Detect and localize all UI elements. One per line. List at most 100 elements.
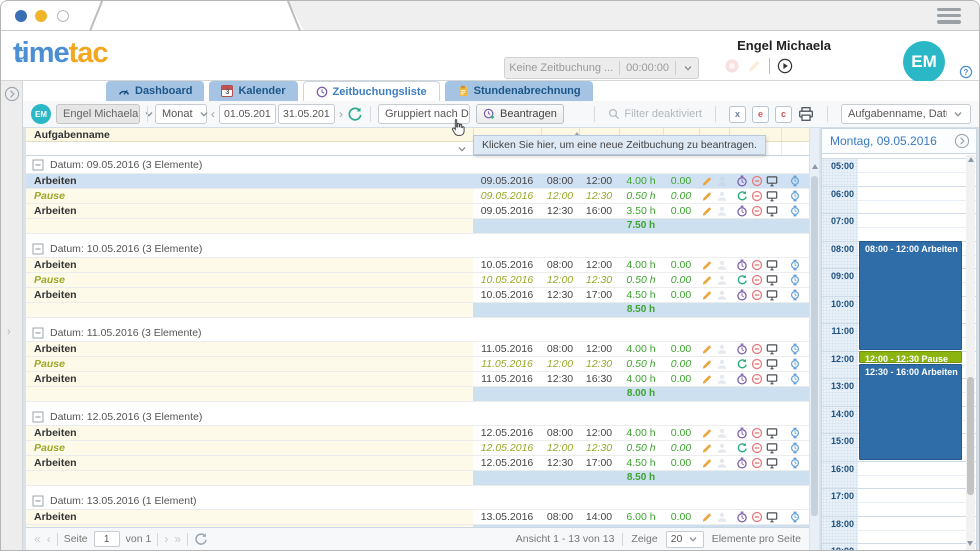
- edit-pencil-icon[interactable]: [701, 442, 713, 454]
- time-details-icon[interactable]: [789, 457, 801, 469]
- start-timer-icon[interactable]: [736, 373, 748, 385]
- edit-pencil-icon[interactable]: [701, 358, 713, 370]
- time-details-icon[interactable]: [789, 442, 801, 454]
- edit-pencil-icon[interactable]: [701, 190, 713, 202]
- delete-entry-icon[interactable]: [751, 190, 763, 202]
- time-details-icon[interactable]: [789, 190, 801, 202]
- time-details-icon[interactable]: [789, 274, 801, 286]
- hour-row[interactable]: 16:00: [822, 461, 976, 489]
- edit-pencil-icon[interactable]: [701, 289, 713, 301]
- last-page-button[interactable]: »: [174, 533, 181, 545]
- start-timer-icon[interactable]: [736, 427, 748, 439]
- next-period-button[interactable]: ›: [335, 107, 347, 121]
- workstation-icon[interactable]: [766, 343, 778, 355]
- table-row[interactable]: Pause10.05.201612:0012:300.50 h0.00: [26, 273, 809, 288]
- table-scrollbar-thumb[interactable]: [811, 176, 818, 516]
- table-row[interactable]: Arbeiten12.05.201608:0012:004.00 h0.00: [26, 426, 809, 441]
- edit-pencil-icon[interactable]: [701, 274, 713, 286]
- timer-chevron-down-icon[interactable]: [682, 62, 694, 74]
- collapse-group-icon[interactable]: [32, 411, 44, 423]
- workstation-icon[interactable]: [766, 358, 778, 370]
- previous-page-button[interactable]: ‹: [47, 533, 51, 545]
- start-timer-icon[interactable]: [736, 205, 748, 217]
- help-icon[interactable]: ?: [959, 65, 973, 79]
- time-details-icon[interactable]: [789, 427, 801, 439]
- start-timer-button[interactable]: [777, 58, 793, 74]
- calendar-scroll-up-icon[interactable]: [968, 157, 974, 162]
- delete-entry-icon[interactable]: [751, 205, 763, 217]
- delete-entry-icon[interactable]: [751, 259, 763, 271]
- delete-entry-icon[interactable]: [751, 274, 763, 286]
- window-minimize-button[interactable]: [35, 10, 47, 22]
- start-timer-icon[interactable]: [736, 343, 748, 355]
- start-timer-icon[interactable]: [736, 259, 748, 271]
- page-size-select[interactable]: 20: [666, 531, 704, 548]
- table-scrollbar[interactable]: [810, 128, 819, 550]
- hour-row[interactable]: 06:00: [822, 186, 976, 214]
- hour-row[interactable]: 07:00: [822, 213, 976, 241]
- edit-pencil-icon[interactable]: [701, 373, 713, 385]
- group-header[interactable]: Datum: 09.05.2016 (3 Elemente): [26, 156, 809, 174]
- hour-row[interactable]: 17:00: [822, 488, 976, 516]
- table-row[interactable]: Arbeiten11.05.201612:3016:304.00 h0.00: [26, 372, 809, 387]
- delete-entry-icon[interactable]: [751, 457, 763, 469]
- edit-pencil-icon[interactable]: [701, 259, 713, 271]
- table-row[interactable]: Pause12.05.201612:0012:300.50 h0.00: [26, 441, 809, 456]
- export-pdf-button[interactable]: e: [752, 106, 769, 123]
- time-details-icon[interactable]: [789, 358, 801, 370]
- workstation-icon[interactable]: [766, 511, 778, 523]
- time-details-icon[interactable]: [789, 373, 801, 385]
- delete-entry-icon[interactable]: [751, 175, 763, 187]
- delete-entry-icon[interactable]: [751, 289, 763, 301]
- edit-pencil-icon[interactable]: [701, 175, 713, 187]
- time-details-icon[interactable]: [789, 205, 801, 217]
- delete-entry-icon[interactable]: [751, 442, 763, 454]
- refresh-list-icon[interactable]: [347, 106, 363, 122]
- edit-pencil-icon[interactable]: [701, 205, 713, 217]
- tab-kalender[interactable]: 3 Kalender: [209, 81, 297, 101]
- table-row[interactable]: Arbeiten10.05.201608:0012:004.00 h0.00: [26, 258, 809, 273]
- hour-row[interactable]: 18:00: [822, 516, 976, 544]
- period-select[interactable]: Monat: [155, 104, 207, 124]
- time-details-icon[interactable]: [789, 175, 801, 187]
- workstation-icon[interactable]: [766, 427, 778, 439]
- hour-row[interactable]: 19:00: [822, 543, 976, 550]
- print-icon[interactable]: [798, 106, 814, 122]
- delete-entry-icon[interactable]: [751, 511, 763, 523]
- filter-chevron-down-icon[interactable]: [456, 143, 468, 155]
- workstation-icon[interactable]: [766, 205, 778, 217]
- collapse-panel-icon[interactable]: [954, 133, 970, 149]
- time-details-icon[interactable]: [789, 259, 801, 271]
- start-timer-icon[interactable]: [736, 457, 748, 469]
- user-select[interactable]: Engel Michaela: [56, 104, 140, 124]
- hour-row[interactable]: 05:00: [822, 158, 976, 186]
- window-maximize-button[interactable]: [57, 10, 69, 22]
- export-csv-button[interactable]: c: [775, 106, 792, 123]
- scroll-up-icon[interactable]: [812, 164, 818, 169]
- expand-sidebar-icon[interactable]: [4, 86, 20, 102]
- next-page-button[interactable]: ›: [164, 533, 168, 545]
- collapse-group-icon[interactable]: [32, 159, 44, 171]
- previous-period-button[interactable]: ‹: [207, 107, 219, 121]
- start-timer-icon[interactable]: [736, 175, 748, 187]
- user-avatar[interactable]: EM: [903, 41, 945, 83]
- recurring-booking-icon[interactable]: [736, 358, 748, 370]
- calendar-scrollbar[interactable]: [966, 155, 975, 550]
- browser-menu-icon[interactable]: [937, 8, 961, 27]
- table-row[interactable]: Arbeiten10.05.201612:3017:004.50 h0.00: [26, 288, 809, 303]
- edit-pencil-icon[interactable]: [701, 427, 713, 439]
- group-header[interactable]: Datum: 12.05.2016 (3 Elemente): [26, 408, 809, 426]
- calendar-event[interactable]: 12:30 - 16:00 Arbeiten: [859, 364, 962, 459]
- edit-pencil-icon[interactable]: [701, 457, 713, 469]
- table-row[interactable]: Arbeiten09.05.201608:0012:004.00 h0.00: [26, 174, 809, 189]
- recurring-booking-icon[interactable]: [736, 274, 748, 286]
- workstation-icon[interactable]: [766, 274, 778, 286]
- time-details-icon[interactable]: [789, 511, 801, 523]
- table-row[interactable]: Arbeiten13.05.201608:0014:006.00 h0.00: [26, 510, 809, 525]
- table-row[interactable]: Arbeiten11.05.201608:0012:004.00 h0.00: [26, 342, 809, 357]
- window-close-button[interactable]: [15, 10, 27, 22]
- workstation-icon[interactable]: [766, 442, 778, 454]
- delete-entry-icon[interactable]: [751, 427, 763, 439]
- timer-widget[interactable]: Keine Zeitbuchung ... 00:00:00: [504, 57, 699, 79]
- day-grid[interactable]: 05:0006:0007:0008:0009:0010:0011:0012:00…: [822, 154, 976, 550]
